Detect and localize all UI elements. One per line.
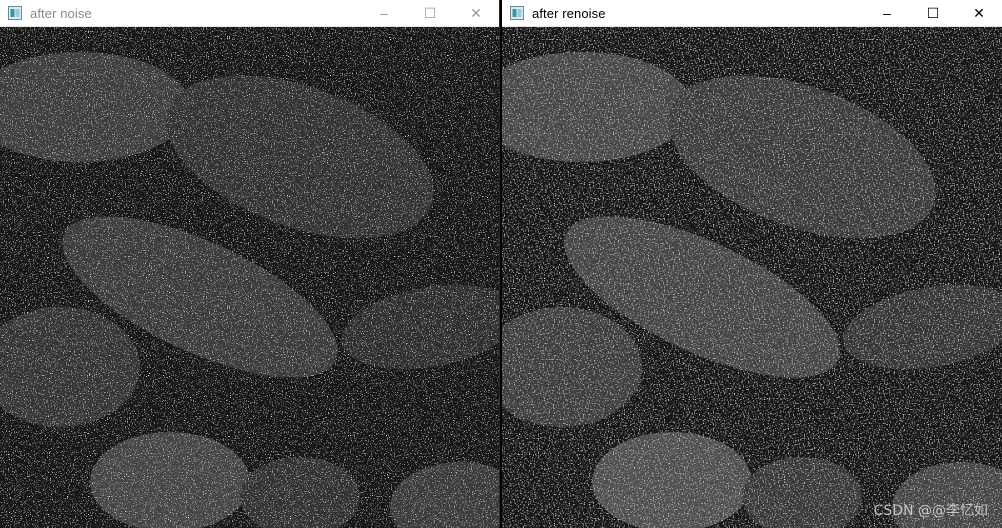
watermark-text: CSDN @@李忆如 xyxy=(873,503,988,519)
app-icon xyxy=(8,6,22,20)
title-bar[interactable]: after renoise – ☐ ✕ xyxy=(502,0,1002,27)
minimize-button[interactable]: – xyxy=(864,0,910,26)
window-title: after noise xyxy=(30,5,92,21)
window-title: after renoise xyxy=(532,5,606,21)
minimize-icon: – xyxy=(380,5,388,21)
maximize-button[interactable]: ☐ xyxy=(407,0,453,26)
maximize-button[interactable]: ☐ xyxy=(910,0,956,26)
window-after-renoise: after renoise – ☐ ✕ xyxy=(502,0,1002,528)
close-button[interactable]: ✕ xyxy=(956,0,1002,26)
denoised-image xyxy=(502,27,1002,528)
window-controls: – ☐ ✕ xyxy=(864,0,1002,26)
maximize-icon: ☐ xyxy=(926,4,940,21)
close-button[interactable]: ✕ xyxy=(453,0,499,26)
app-icon xyxy=(510,6,524,20)
minimize-button[interactable]: – xyxy=(361,0,407,26)
close-icon: ✕ xyxy=(973,4,985,21)
noisy-image xyxy=(0,27,499,528)
close-icon: ✕ xyxy=(470,4,482,21)
minimize-icon: – xyxy=(883,5,891,21)
maximize-icon: ☐ xyxy=(423,4,437,21)
window-after-noise: after noise – ☐ ✕ xyxy=(0,0,500,528)
title-bar[interactable]: after noise – ☐ ✕ xyxy=(0,0,499,27)
window-controls: – ☐ ✕ xyxy=(361,0,499,26)
